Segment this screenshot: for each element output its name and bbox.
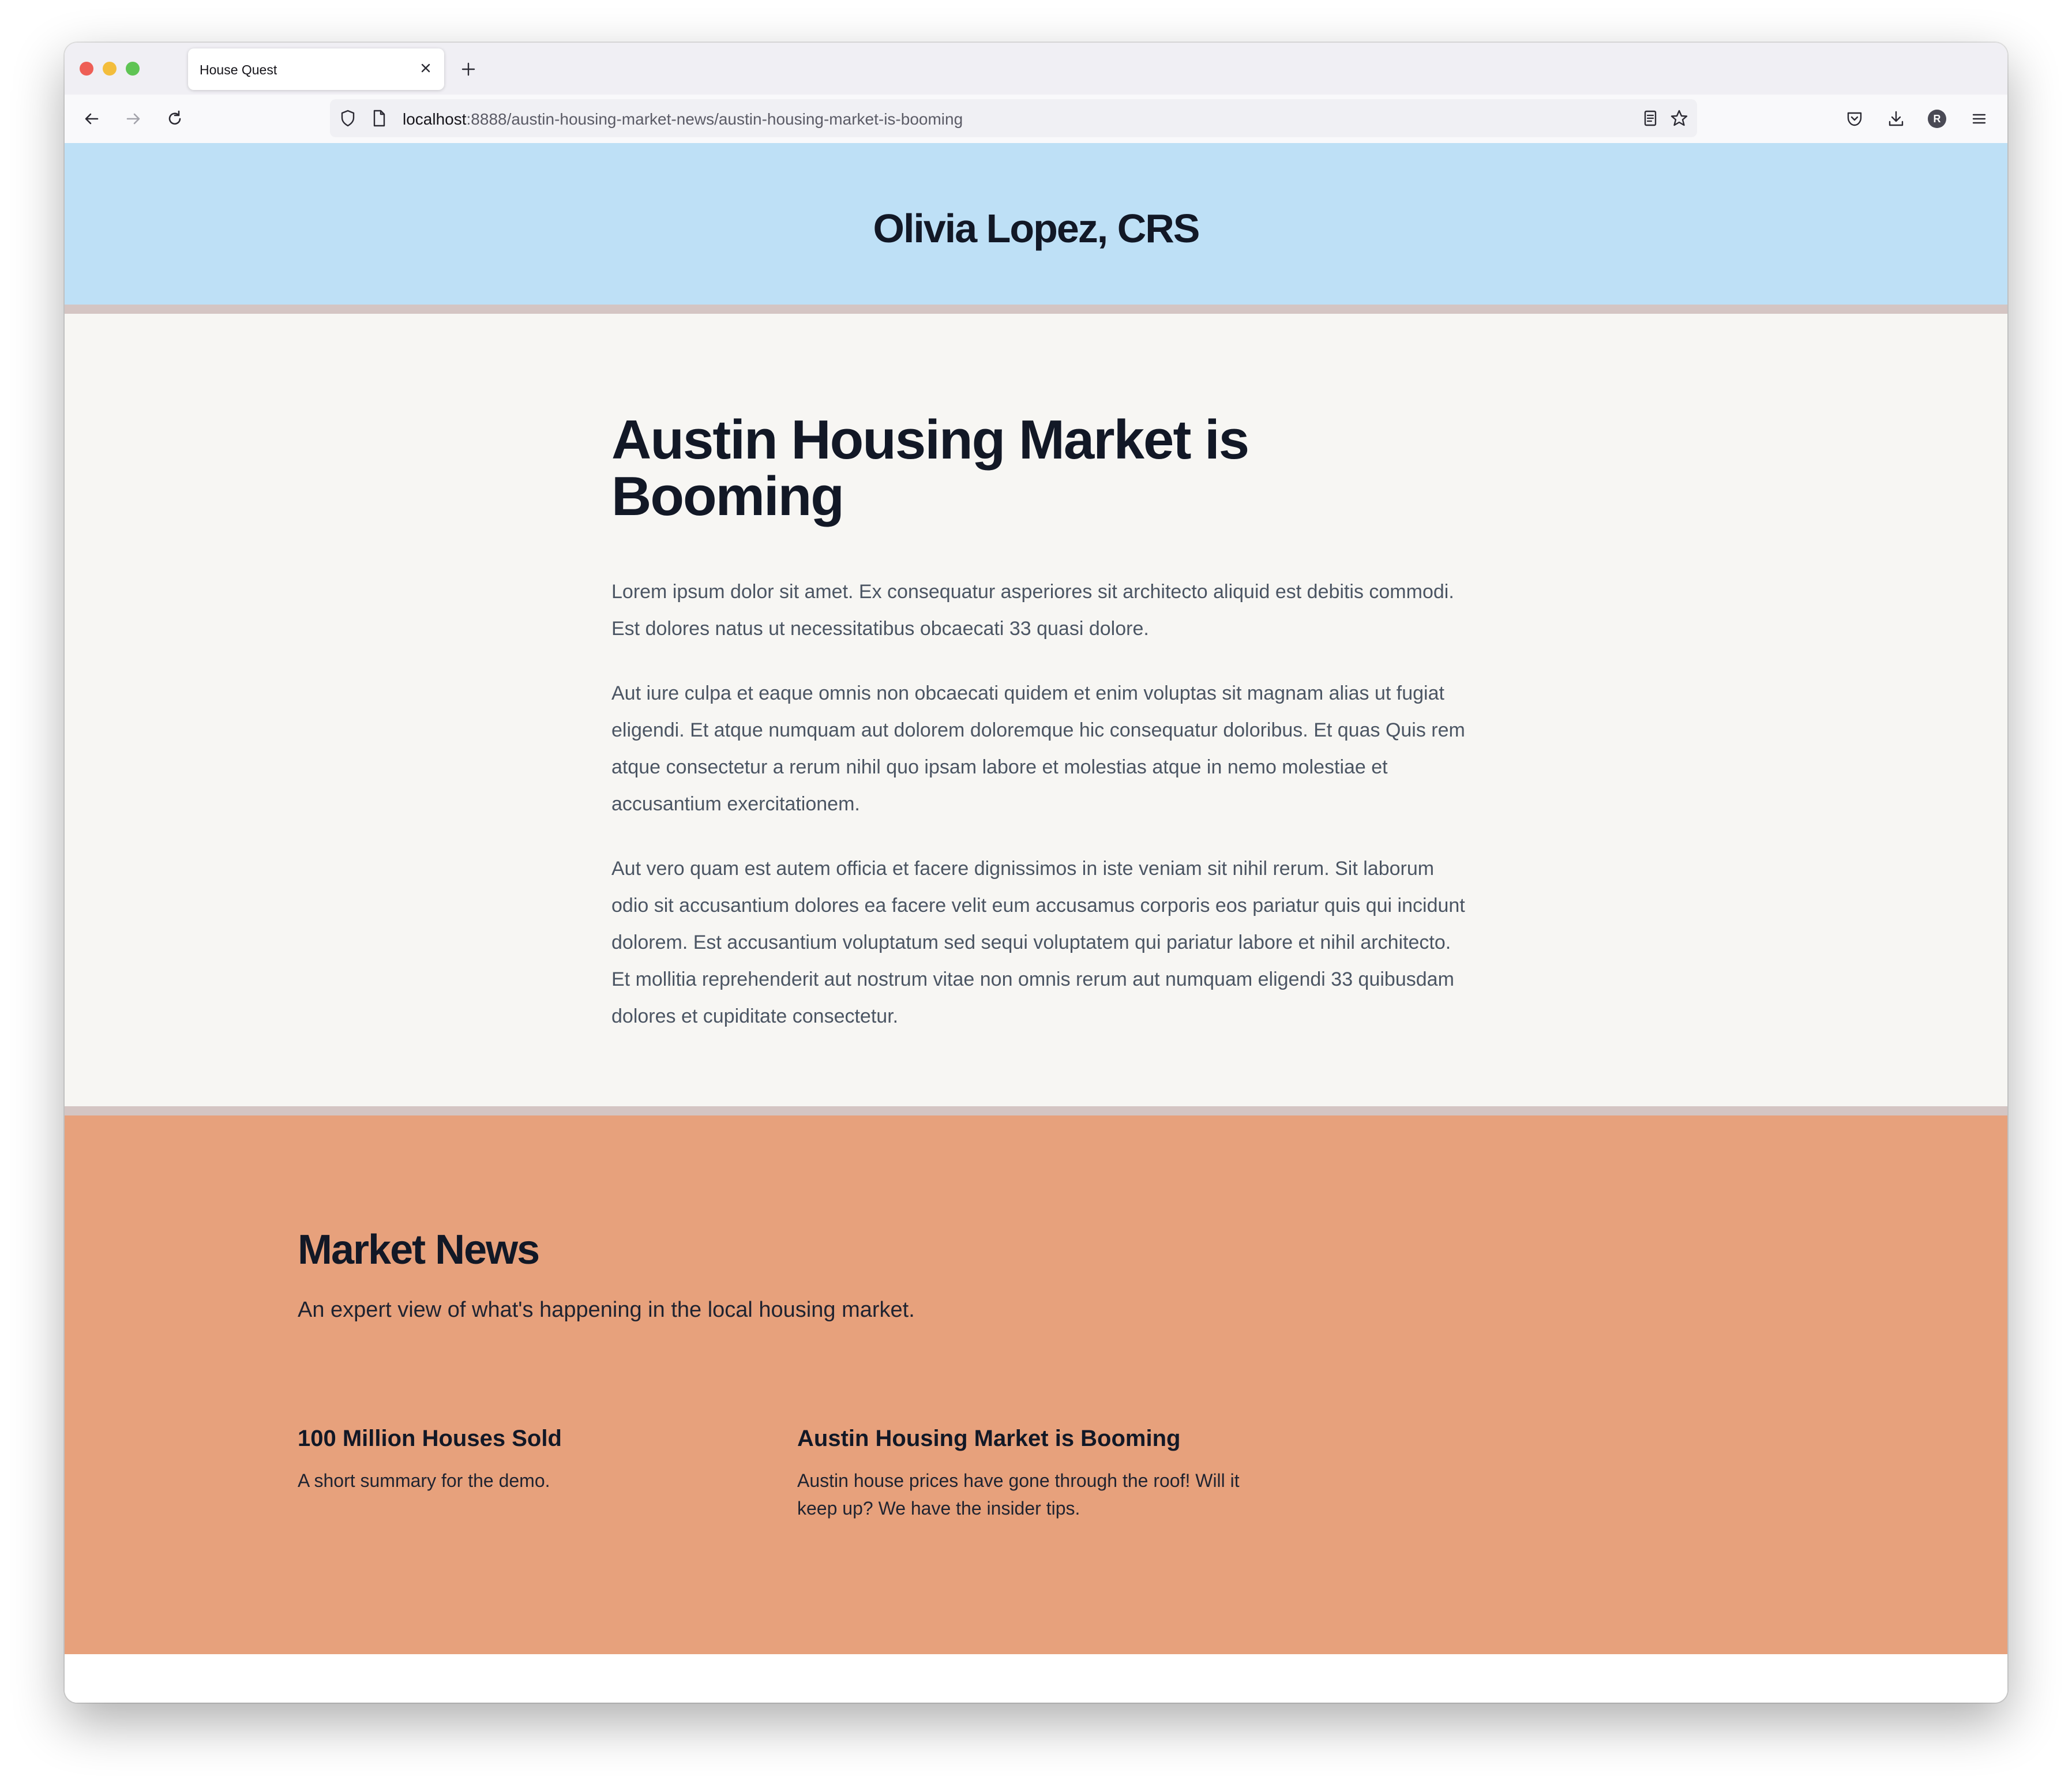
back-arrow-icon[interactable] <box>82 109 102 129</box>
tab-house-quest[interactable]: House Quest <box>188 48 444 90</box>
shield-icon[interactable] <box>338 108 358 128</box>
url-text[interactable]: localhost:8888/austin-housing-market-new… <box>403 110 963 129</box>
minimize-window-button[interactable] <box>103 62 117 76</box>
tab-strip: House Quest <box>65 43 2007 95</box>
news-card[interactable]: 100 Million Houses Sold A short summary … <box>298 1426 759 1494</box>
navigation-toolbar: localhost:8888/austin-housing-market-new… <box>65 95 2007 143</box>
page-icon <box>369 108 389 128</box>
browser-window: House Quest localhost:8888/austin-housin… <box>65 43 2007 1703</box>
bookmark-star-icon[interactable] <box>1669 108 1689 128</box>
screen: House Quest localhost:8888/austin-housin… <box>0 0 2072 1788</box>
address-bar[interactable]: localhost:8888/austin-housing-market-new… <box>330 99 1697 137</box>
zoom-window-button[interactable] <box>126 62 140 76</box>
news-card-title[interactable]: Austin Housing Market is Booming <box>797 1426 1259 1452</box>
news-card[interactable]: Austin Housing Market is Booming Austin … <box>797 1426 1259 1522</box>
reader-view-icon[interactable] <box>1641 108 1660 128</box>
pocket-icon[interactable] <box>1845 109 1864 129</box>
account-avatar[interactable]: R <box>1928 110 1946 128</box>
site-title[interactable]: Olivia Lopez, CRS <box>65 205 2007 251</box>
market-news-title: Market News <box>298 1227 540 1273</box>
close-tab-icon[interactable] <box>416 59 435 77</box>
downloads-icon[interactable] <box>1886 109 1906 129</box>
reload-icon[interactable] <box>165 109 185 129</box>
hamburger-menu-icon[interactable] <box>1969 109 1989 129</box>
url-path: :8888/austin-housing-market-news/austin-… <box>466 110 963 128</box>
article-paragraph: Aut vero quam est autem officia et facer… <box>611 858 1465 1027</box>
article-title: Austin Housing Market is Booming <box>611 409 1249 527</box>
news-card-title[interactable]: 100 Million Houses Sold <box>298 1426 759 1452</box>
news-card-summary: A short summary for the demo. <box>298 1470 550 1491</box>
close-window-button[interactable] <box>80 62 93 76</box>
new-tab-icon[interactable] <box>459 60 478 78</box>
site-header: Olivia Lopez, CRS <box>65 143 2007 314</box>
news-card-summary: Austin house prices have gone through th… <box>797 1470 1240 1519</box>
article-paragraph: Aut iure culpa et eaque omnis non obcaec… <box>611 682 1465 815</box>
tab-title: House Quest <box>200 62 277 77</box>
url-host: localhost <box>403 110 467 128</box>
article: Austin Housing Market is Booming Lorem i… <box>65 314 2007 1115</box>
article-paragraph: Lorem ipsum dolor sit amet. Ex consequat… <box>611 581 1454 640</box>
market-news-section: Market News An expert view of what's hap… <box>65 1115 2007 1654</box>
market-news-subtitle: An expert view of what's happening in th… <box>298 1298 915 1322</box>
web-page: Olivia Lopez, CRS Austin Housing Market … <box>65 143 2007 1703</box>
page-bottom <box>65 1654 2007 1703</box>
forward-arrow-icon[interactable] <box>123 109 143 129</box>
